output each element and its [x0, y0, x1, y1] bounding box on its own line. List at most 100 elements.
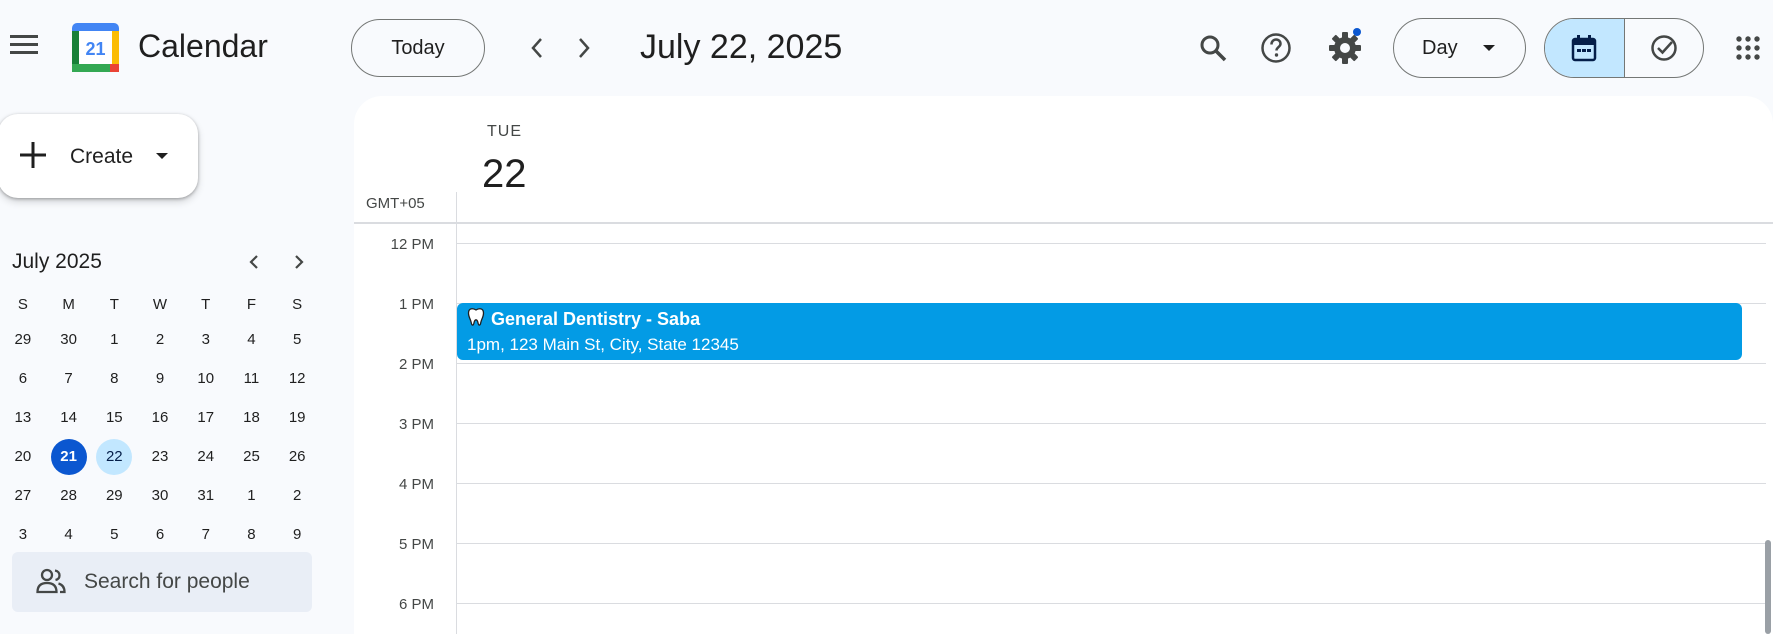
- mini-calendar-day-selected[interactable]: 22: [91, 438, 137, 475]
- mini-calendar-day[interactable]: 29: [91, 478, 137, 514]
- mini-calendar-day[interactable]: 14: [46, 400, 92, 436]
- settings-button[interactable]: [1321, 24, 1369, 72]
- chevron-right-icon: [579, 38, 590, 58]
- mini-calendar-day[interactable]: 18: [229, 400, 275, 436]
- chevron-right-icon: [295, 255, 304, 269]
- mini-calendar-day[interactable]: 8: [91, 361, 137, 397]
- mini-calendar-day[interactable]: 2: [137, 322, 183, 358]
- mini-calendar-day[interactable]: 29: [0, 322, 46, 358]
- mini-calendar-day[interactable]: 6: [0, 361, 46, 397]
- mini-calendar-day[interactable]: 5: [274, 322, 320, 358]
- tasks-mode-button[interactable]: [1625, 19, 1704, 77]
- app-title: Calendar: [138, 28, 268, 64]
- mini-calendar-day[interactable]: 3: [0, 517, 46, 553]
- calendar-logo[interactable]: 21: [72, 23, 119, 72]
- mini-calendar-day-number: 16: [151, 409, 169, 426]
- mini-calendar-day[interactable]: 24: [183, 439, 229, 475]
- mini-calendar-day[interactable]: 7: [183, 517, 229, 553]
- weekday-label: M: [62, 295, 75, 313]
- mini-calendar-day[interactable]: 30: [46, 322, 92, 358]
- hour-gridline: [456, 543, 1766, 544]
- calendar-tasks-toggle: [1544, 18, 1704, 78]
- mini-calendar-day[interactable]: 5: [91, 517, 137, 553]
- mini-calendar-day[interactable]: 27: [0, 478, 46, 514]
- view-select-label: Day: [1422, 36, 1458, 59]
- mini-calendar-day[interactable]: 31: [183, 478, 229, 514]
- mini-calendar-day[interactable]: 19: [274, 400, 320, 436]
- mini-calendar-day[interactable]: 10: [183, 361, 229, 397]
- mini-calendar-day-number: 20: [14, 448, 32, 465]
- event-details: 1pm, 123 Main St, City, State 12345: [467, 335, 739, 354]
- mini-calendar-day-number: 17: [197, 409, 215, 426]
- create-button[interactable]: Create: [0, 114, 198, 198]
- mini-calendar-day-today[interactable]: 21: [46, 438, 92, 475]
- mini-calendar-day-number: 22: [96, 438, 133, 475]
- mini-calendar-day-number: 9: [293, 526, 302, 543]
- mini-calendar-day[interactable]: 9: [274, 517, 320, 553]
- mini-calendar-day[interactable]: 11: [229, 361, 275, 397]
- mini-calendar-day[interactable]: 15: [91, 400, 137, 436]
- mini-calendar-day[interactable]: 20: [0, 439, 46, 475]
- mini-calendar-day[interactable]: 16: [137, 400, 183, 436]
- view-select-dropdown[interactable]: Day: [1393, 18, 1526, 78]
- calendar-mode-button[interactable]: [1545, 19, 1625, 77]
- mini-calendar-day-number: 24: [197, 448, 215, 465]
- mini-calendar-day-number: 23: [151, 448, 169, 465]
- mini-calendar-day[interactable]: 28: [46, 478, 92, 514]
- search-button[interactable]: [1189, 24, 1237, 72]
- mini-calendar-day[interactable]: 1: [91, 322, 137, 358]
- mini-calendar-day-number: 30: [151, 487, 169, 504]
- mini-calendar-day-number: 1: [110, 331, 119, 348]
- mini-calendar-day[interactable]: 12: [274, 361, 320, 397]
- mini-calendar-day[interactable]: 26: [274, 439, 320, 475]
- weekday-label: S: [17, 295, 28, 313]
- mini-calendar-day[interactable]: 23: [137, 439, 183, 475]
- mini-calendar-day[interactable]: 2: [274, 478, 320, 514]
- mini-calendar-day-number: 9: [155, 370, 165, 387]
- people-search-input[interactable]: [84, 566, 294, 598]
- mini-calendar-day-number: 26: [288, 448, 306, 465]
- caret-down-icon: [156, 153, 168, 159]
- mini-calendar-day[interactable]: 1: [229, 478, 275, 514]
- help-button[interactable]: [1252, 24, 1300, 72]
- mini-calendar-day-number: 12: [288, 370, 306, 387]
- mini-calendar-next-month[interactable]: [283, 246, 315, 278]
- current-date-title: July 22, 2025: [640, 28, 843, 66]
- main-menu-button[interactable]: [0, 20, 48, 68]
- mini-calendar-day[interactable]: 6: [137, 517, 183, 553]
- day-header-date-button[interactable]: 22: [482, 152, 527, 197]
- today-button[interactable]: Today: [351, 19, 485, 77]
- mini-calendar-day[interactable]: 30: [137, 478, 183, 514]
- mini-calendar-day[interactable]: 4: [46, 517, 92, 553]
- mini-calendar-weekday-header: S M T W T F S: [0, 288, 320, 320]
- mini-calendar-day[interactable]: 7: [46, 361, 92, 397]
- google-apps-button[interactable]: [1724, 24, 1772, 72]
- mini-calendar-day[interactable]: 3: [183, 322, 229, 358]
- mini-calendar-day[interactable]: 17: [183, 400, 229, 436]
- hour-gridline: [456, 363, 1766, 364]
- previous-day-button[interactable]: [515, 25, 559, 71]
- mini-calendar-day[interactable]: 8: [229, 517, 275, 553]
- scrollbar[interactable]: [1765, 540, 1771, 634]
- mini-calendar-week-row: 3 4 5 6 7 8 9: [0, 515, 320, 554]
- mini-calendar-day[interactable]: 13: [0, 400, 46, 436]
- mini-calendar-day[interactable]: 9: [137, 361, 183, 397]
- people-search-box: [12, 552, 312, 612]
- mini-calendar-day-number: 1: [247, 487, 256, 504]
- hour-label: 2 PM: [398, 356, 434, 373]
- event-general-dentistry[interactable]: General Dentistry - Saba 1pm, 123 Main S…: [457, 303, 1742, 360]
- header-divider: [354, 222, 1773, 224]
- mini-calendar-day-number: 14: [60, 409, 77, 426]
- mini-calendar-day-number: 7: [64, 370, 73, 387]
- hamburger-menu-icon: [10, 35, 38, 54]
- mini-calendar-day-number: 18: [243, 409, 260, 426]
- mini-calendar-week-row: 20 21 22 23 24 25 26: [0, 437, 320, 476]
- mini-calendar-day-number: 31: [197, 487, 215, 504]
- mini-calendar-previous-month[interactable]: [238, 246, 270, 278]
- mini-calendar-day[interactable]: 4: [229, 322, 275, 358]
- task-check-icon: [1651, 35, 1677, 61]
- mini-calendar-day-number: 7: [201, 526, 210, 543]
- next-day-button[interactable]: [562, 25, 606, 71]
- help-icon: [1261, 33, 1291, 63]
- mini-calendar-day[interactable]: 25: [229, 439, 275, 475]
